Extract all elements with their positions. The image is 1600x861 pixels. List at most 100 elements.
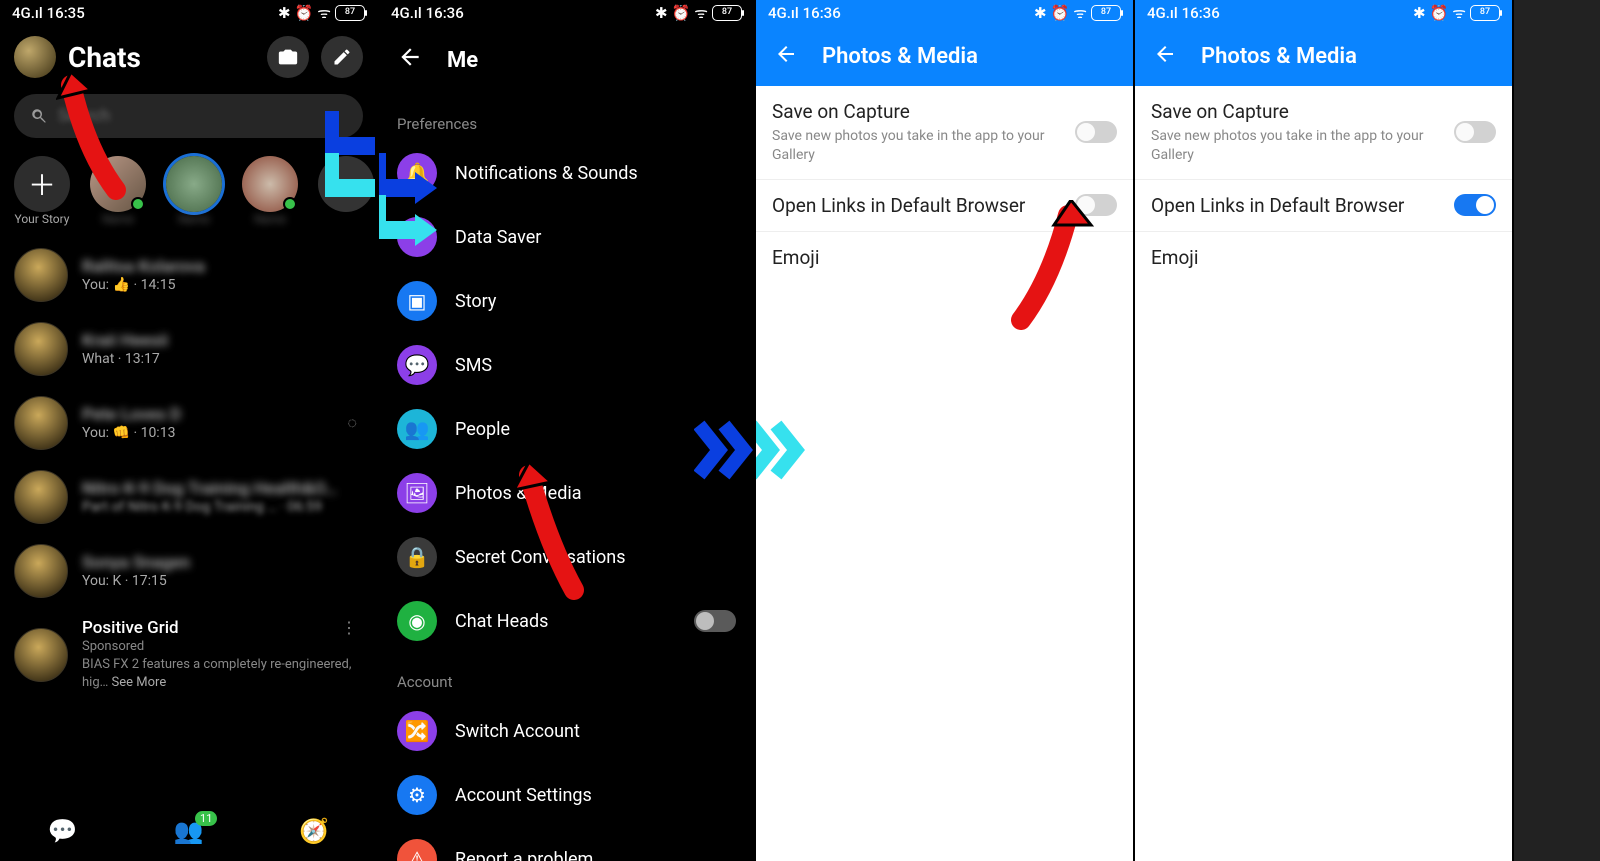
arrow-left-icon	[774, 42, 798, 66]
read-receipt-icon: ◌	[347, 413, 357, 433]
row-sms[interactable]: 💬 SMS	[379, 333, 754, 397]
profile-avatar[interactable]	[14, 36, 56, 78]
people-icon: 👥	[397, 409, 437, 449]
bluetooth-icon: ✱	[1034, 4, 1047, 22]
back-button[interactable]	[774, 42, 798, 70]
more-icon[interactable]: ⋮	[341, 618, 357, 637]
row-label: Report a problem	[455, 849, 593, 861]
switch-icon: 🔀	[397, 711, 437, 751]
story-item[interactable]: Name	[242, 156, 298, 226]
chat-name: Pete Loves D	[82, 405, 181, 425]
signal-icon: 4G.ıl	[391, 4, 422, 22]
section-account: Account	[379, 653, 754, 699]
chat-row[interactable]: Nitro K-9 Dog Training Health&O… Part of…	[0, 460, 377, 534]
compose-button[interactable]	[321, 36, 363, 78]
lock-icon: 🔒	[397, 537, 437, 577]
page-title: Me	[447, 48, 478, 73]
setting-label: Save on Capture	[772, 100, 1063, 123]
row-switch[interactable]: 🔀 Switch Account	[379, 699, 754, 763]
annotation-arrow-red	[56, 70, 146, 204]
status-time: 16:36	[803, 4, 841, 22]
row-save-on-capture[interactable]: Save on Capture Save new photos you take…	[1135, 86, 1512, 180]
warning-icon: ⚠	[397, 839, 437, 861]
annotation-arrow-red	[509, 460, 599, 604]
nav-discover-icon[interactable]: 🧭	[299, 817, 329, 845]
nav-chats-icon[interactable]: 💬	[48, 817, 78, 845]
status-time: 16:36	[426, 4, 464, 22]
compose-icon	[332, 47, 352, 67]
camera-button[interactable]	[267, 36, 309, 78]
chat-row[interactable]: Kraii Heesii What · 13:17	[0, 312, 377, 386]
page-title: Photos & Media	[822, 44, 978, 69]
setting-label: Save on Capture	[1151, 100, 1442, 123]
annotation-step-arrow-cyan	[379, 190, 437, 264]
statusbar: 4G.ıl16:36 ✱⏰ᯤ87	[756, 0, 1133, 26]
wifi-icon: ᯤ	[317, 3, 331, 23]
save-on-capture-toggle[interactable]	[1454, 121, 1496, 143]
row-label: Switch Account	[455, 721, 580, 742]
wifi-icon: ᯤ	[1452, 3, 1466, 23]
save-on-capture-toggle[interactable]	[1075, 121, 1117, 143]
back-button[interactable]	[397, 44, 423, 77]
nav-people-icon[interactable]: 👥11	[174, 817, 204, 845]
gear-icon: ⚙	[397, 775, 437, 815]
chat-row[interactable]: Ralitsa Kolarova You: 👍 · 14:15	[0, 238, 377, 312]
chats-list: Ralitsa Kolarova You: 👍 · 14:15 Kraii He…	[0, 238, 377, 703]
chat-name: Ralitsa Kolarova	[82, 257, 205, 277]
signal-icon: 4G.ıl	[768, 4, 799, 22]
sponsored-tag: Sponsored	[82, 638, 357, 656]
badge: 11	[195, 811, 217, 826]
chat-avatar	[14, 544, 68, 598]
status-time: 16:36	[1182, 4, 1220, 22]
statusbar: 4G.ıl16:36 ✱⏰ᯤ87	[379, 0, 754, 26]
battery-icon: 87	[1091, 5, 1121, 21]
annotation-step-arrow-cyan	[325, 148, 379, 222]
chat-avatar	[14, 248, 68, 302]
chat-avatar	[14, 322, 68, 376]
like-icon: 👍	[113, 277, 130, 293]
row-settings[interactable]: ⚙Account Settings	[379, 763, 754, 827]
page-title: Photos & Media	[1201, 44, 1357, 69]
story-item[interactable]: Name	[166, 156, 222, 226]
row-label: SMS	[455, 355, 492, 376]
row-label: Notifications & Sounds	[455, 163, 638, 184]
page-title: Chats	[68, 41, 255, 74]
chat-preview: Part of Nitro K-9 Dog Training … · 06:59	[82, 499, 337, 515]
wifi-icon: ᯤ	[694, 3, 708, 23]
search-icon	[30, 107, 48, 125]
chat-row[interactable]: Pete Loves D You: 👊 · 10:13 ◌	[0, 386, 377, 460]
row-report[interactable]: ⚠ Report a problem	[379, 827, 754, 861]
open-links-toggle[interactable]	[1454, 194, 1496, 216]
statusbar: 4G.ıl 16:35 ✱ ⏰ ᯤ 87	[0, 0, 377, 26]
gallery-icon: 🖼	[397, 473, 437, 513]
setting-sub: Save new photos you take in the app to y…	[1151, 127, 1431, 165]
alarm-icon: ⏰	[1430, 4, 1449, 22]
chat-row[interactable]: Sonya Snagen You: K · 17:15	[0, 534, 377, 608]
row-emoji[interactable]: Emoji	[1135, 232, 1512, 283]
annotation-chevrons-cyan	[756, 420, 826, 484]
sms-icon: 💬	[397, 345, 437, 385]
status-time: 16:35	[47, 4, 85, 22]
alarm-icon: ⏰	[295, 4, 314, 22]
chatheads-toggle[interactable]	[694, 610, 736, 632]
see-more-link[interactable]: See More	[112, 675, 167, 690]
battery-icon: 87	[1470, 5, 1500, 21]
chat-row[interactable]: Positive Grid Sponsored BIAS FX 2 featur…	[0, 608, 377, 703]
wifi-icon: ᯤ	[1073, 3, 1087, 23]
chat-name: Kraii Heesii	[82, 331, 168, 351]
chat-preview: You: K · 17:15	[82, 573, 190, 589]
online-dot-icon	[283, 197, 297, 211]
back-button[interactable]	[1153, 42, 1177, 70]
chat-name: Positive Grid	[82, 618, 357, 638]
row-open-links[interactable]: Open Links in Default Browser	[1135, 180, 1512, 232]
row-label: People	[455, 419, 510, 440]
bottom-nav: 💬 👥11 🧭	[0, 801, 377, 861]
alarm-icon: ⏰	[672, 4, 691, 22]
arrow-left-icon	[1153, 42, 1177, 66]
chat-avatar	[14, 628, 68, 682]
row-save-on-capture[interactable]: Save on Capture Save new photos you take…	[756, 86, 1133, 180]
annotation-arrow-red	[1006, 200, 1096, 334]
bluetooth-icon: ✱	[655, 4, 668, 22]
row-story[interactable]: ▣Story	[379, 269, 754, 333]
row-label: Data Saver	[455, 227, 541, 248]
